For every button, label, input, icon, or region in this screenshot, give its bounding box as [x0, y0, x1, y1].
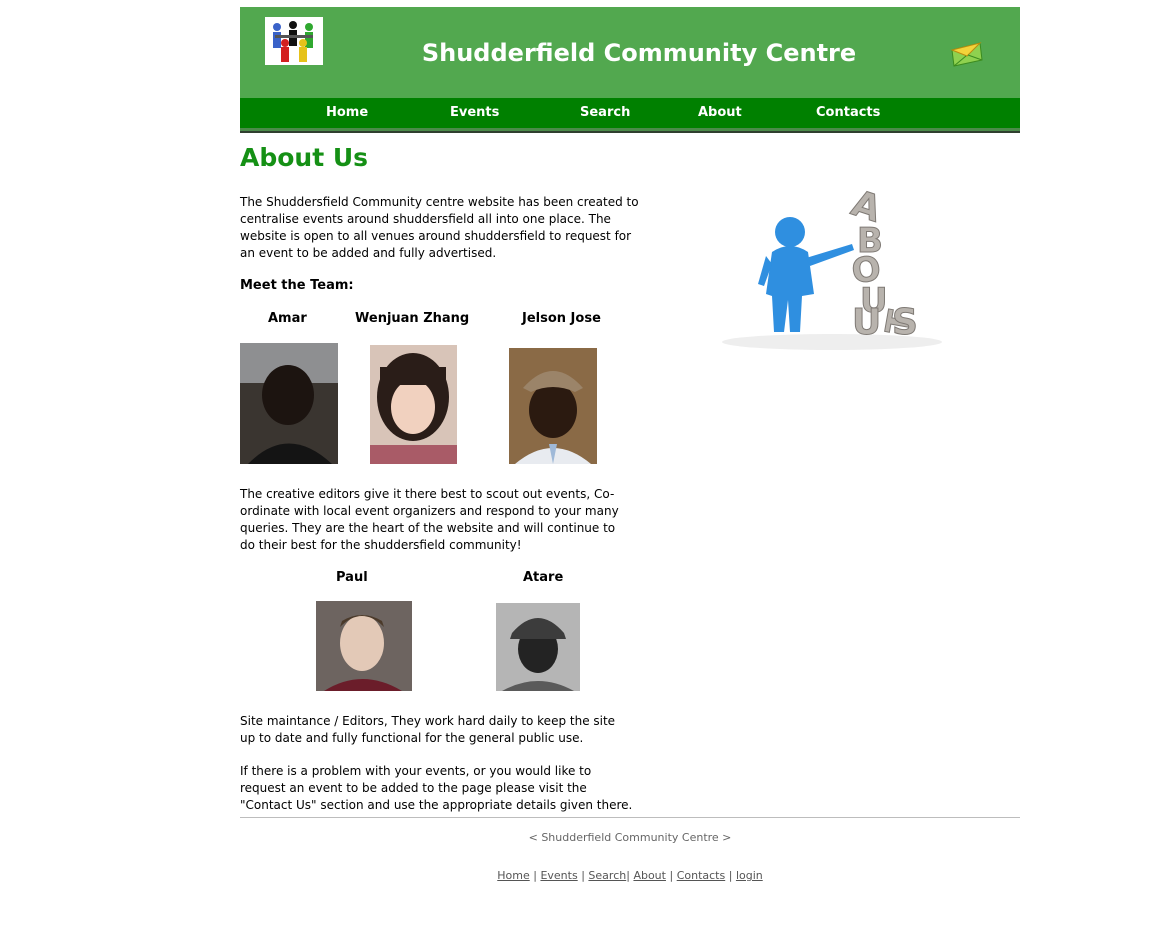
problem-paragraph: If there is a problem with your events, …	[240, 764, 633, 812]
footer-separator: |	[581, 869, 585, 882]
nav-events[interactable]: Events	[450, 105, 499, 120]
intro-paragraph: The Shuddersfield Community centre websi…	[240, 195, 639, 260]
footer-divider	[240, 817, 1020, 818]
nav-contacts[interactable]: Contacts	[816, 105, 880, 120]
footer-link-login[interactable]: login	[736, 869, 763, 882]
footer-link-search[interactable]: Search	[588, 869, 626, 882]
meet-team-heading: Meet the Team:	[240, 278, 354, 293]
member-name-jelson: Jelson Jose	[522, 311, 601, 326]
footer-separator: |	[626, 869, 630, 882]
site-title: Shudderfield Community Centre	[421, 39, 857, 67]
about-us-illustration: A B O U T U S	[702, 172, 964, 352]
svg-text:S: S	[892, 302, 918, 343]
footer-link-home[interactable]: Home	[497, 869, 529, 882]
member-name-wenjuan: Wenjuan Zhang	[355, 311, 470, 326]
member-name-paul: Paul	[336, 570, 368, 585]
page-title: About Us	[240, 143, 369, 172]
nav-home[interactable]: Home	[326, 105, 368, 120]
footer-link-contacts[interactable]: Contacts	[677, 869, 726, 882]
footer-links: Home | Events | Search| About | Contacts…	[240, 869, 1020, 882]
member-name-amar: Amar	[268, 311, 307, 326]
main-nav: Home Events Search About Contacts	[240, 98, 1020, 131]
member-photo-jelson	[509, 348, 597, 464]
footer-site-name: < Shudderfield Community Centre >	[528, 831, 732, 844]
site-header: Shudderfield Community Centre	[240, 7, 1020, 98]
nav-about[interactable]: About	[698, 105, 742, 120]
member-photo-atare	[496, 603, 580, 691]
footer-link-events[interactable]: Events	[540, 869, 577, 882]
nav-divider	[240, 131, 1020, 133]
footer-separator: |	[669, 869, 674, 882]
creative-editors-paragraph: The creative editors give it there best …	[240, 487, 619, 552]
envelope-icon[interactable]	[950, 40, 984, 68]
footer-separator: |	[533, 869, 537, 882]
member-photo-amar	[240, 343, 338, 464]
member-name-atare: Atare	[523, 570, 564, 585]
member-photo-wenjuan	[370, 345, 457, 464]
footer-link-about[interactable]: About	[633, 869, 666, 882]
nav-search[interactable]: Search	[580, 105, 630, 120]
member-photo-paul	[316, 601, 412, 691]
maintenance-paragraph: Site maintance / Editors, They work hard…	[240, 714, 616, 745]
footer-separator: |	[728, 869, 733, 882]
svg-text:U: U	[852, 302, 881, 343]
page-container: Shudderfield Community Centre Home Event…	[240, 7, 1020, 882]
